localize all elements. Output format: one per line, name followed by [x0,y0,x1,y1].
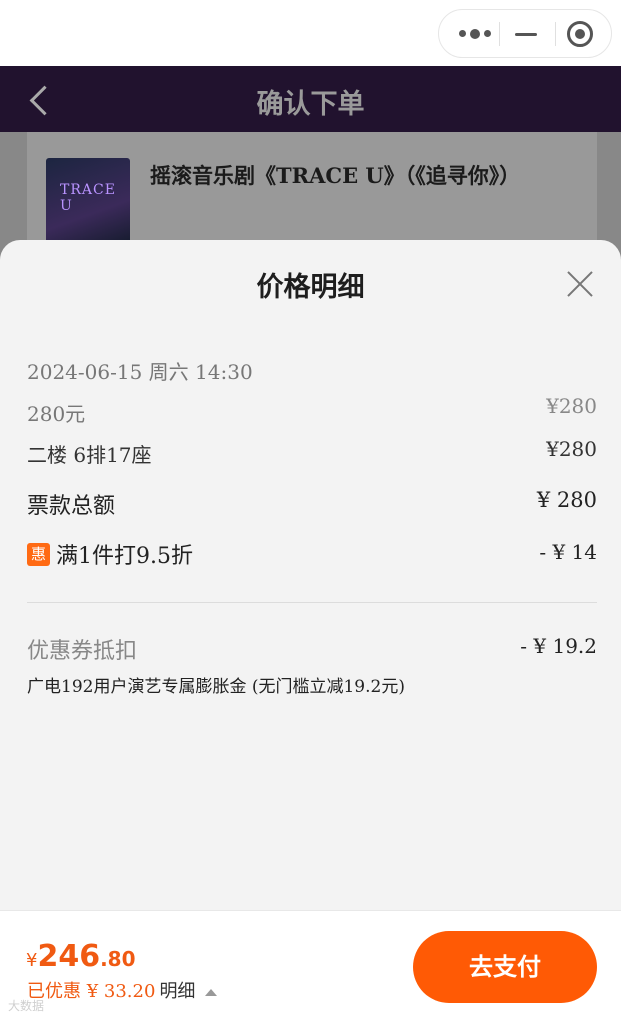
mini-program-capsule [438,9,612,58]
status-area [0,0,621,66]
discount-value: - ¥ 14 [539,540,597,564]
price-currency: ¥ [26,950,38,971]
price-detail-sheet: 价格明细 2024-06-15 周六 14:30 280元 ¥280 二楼 6排… [0,240,621,910]
close-icon[interactable] [566,270,594,298]
close-target-icon[interactable] [567,21,593,47]
poster-text: TRACE U [60,182,116,214]
caret-up-icon [205,988,218,996]
session-time: 2024-06-15 周六 14:30 [27,360,253,384]
show-poster: TRACE U [46,158,130,248]
coupon-value: - ¥ 19.2 [520,634,597,658]
show-title: 摇滚音乐剧《TRACE U》（《追寻你》） [150,163,521,188]
ticket-tier-label: 280元 [27,402,86,426]
ticket-tier-price: ¥280 [546,394,597,418]
coupon-description: 广电192用户演艺专属膨胀金 (无门槛立减19.2元) [27,677,405,697]
discount-icon: 惠 [27,542,50,566]
capsule-divider [555,22,556,46]
minimize-icon[interactable] [513,24,539,44]
checkout-bar: ¥246.80 已优惠 ¥ 33.20 明细 去支付 大数据 [0,910,621,1020]
seat-label: 二楼 6排17座 [27,443,152,467]
divider [27,602,597,603]
ticket-total-label: 票款总额 [27,494,116,519]
page-title: 确认下单 [256,89,365,120]
seat-price: ¥280 [546,437,597,461]
final-price: ¥246.80 [26,939,136,974]
sheet-title: 价格明细 [256,272,365,303]
price-integer: 246 [37,939,101,974]
savings-detail-toggle[interactable]: 已优惠 ¥ 33.20 明细 [27,977,218,1003]
navigation-bar: 确认下单 [0,66,621,132]
discount-row-label: 惠 满1件打9.5折 [27,538,193,570]
detail-label: 明细 [159,981,196,1002]
watermark: 大数据 [8,999,45,1013]
pay-button[interactable]: 去支付 [413,931,597,1003]
capsule-divider [499,22,500,46]
savings-amount: 已优惠 ¥ 33.20 [27,981,156,1002]
discount-label: 满1件打9.5折 [56,544,193,569]
price-decimal: .80 [100,947,136,971]
coupon-label: 优惠券抵扣 [27,639,138,664]
more-icon[interactable] [457,24,497,44]
ticket-total-value: ¥ 280 [536,488,597,512]
